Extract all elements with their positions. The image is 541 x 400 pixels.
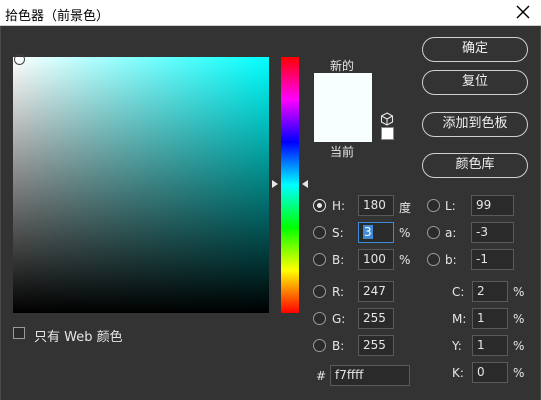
title-bar: 拾色器（前景色） <box>0 0 541 26</box>
current-color-swatch[interactable] <box>314 109 372 142</box>
color-libraries-button[interactable]: 颜色库 <box>422 153 528 178</box>
hue-slider-right-arrow-icon[interactable] <box>302 180 308 188</box>
lab-l-radio[interactable] <box>427 199 440 212</box>
lab-a-input[interactable]: -3 <box>471 222 514 243</box>
new-color-swatch <box>314 73 372 109</box>
green-radio[interactable] <box>313 312 326 325</box>
yellow-label: Y: <box>452 339 462 353</box>
saturation-input[interactable]: 3 <box>358 222 394 243</box>
close-icon[interactable] <box>513 2 533 22</box>
yellow-unit: % <box>513 339 525 353</box>
saturation-input-selection: 3 <box>363 225 373 239</box>
black-unit: % <box>513 366 525 380</box>
blue-input[interactable]: 255 <box>358 335 394 356</box>
hue-label: H: <box>332 199 346 213</box>
magenta-label: M: <box>452 312 467 326</box>
brightness-label: B: <box>332 253 345 267</box>
lab-l-input[interactable]: 99 <box>471 195 514 216</box>
hex-label: # <box>316 369 327 383</box>
lab-a-label: a: <box>445 226 457 240</box>
saturation-radio[interactable] <box>313 226 326 239</box>
brightness-input[interactable]: 100 <box>358 249 394 270</box>
cyan-label: C: <box>452 285 465 299</box>
hue-slider-left-arrow-icon[interactable] <box>272 180 278 188</box>
black-input[interactable]: 0 <box>472 362 508 383</box>
reset-button[interactable]: 复位 <box>422 70 528 95</box>
brightness-radio[interactable] <box>313 253 326 266</box>
hue-radio[interactable] <box>313 199 326 212</box>
hex-input[interactable]: f7ffff <box>330 365 410 386</box>
saturation-label: S: <box>332 226 344 240</box>
blue-label: B: <box>332 339 345 353</box>
saturation-unit: % <box>399 226 411 240</box>
hue-slider[interactable] <box>281 57 299 313</box>
magenta-input[interactable]: 1 <box>472 308 508 329</box>
red-radio[interactable] <box>313 285 326 298</box>
lab-b-radio[interactable] <box>427 253 440 266</box>
yellow-input[interactable]: 1 <box>472 335 508 356</box>
web-colors-only-label: 只有 Web 颜色 <box>34 330 123 345</box>
lab-a-radio[interactable] <box>427 226 440 239</box>
magenta-unit: % <box>513 312 525 326</box>
cube-icon[interactable] <box>380 112 394 126</box>
red-label: R: <box>332 285 345 299</box>
cyan-input[interactable]: 2 <box>472 281 508 302</box>
cyan-unit: % <box>513 285 525 299</box>
blue-radio[interactable] <box>313 339 326 352</box>
color-field-cursor[interactable] <box>14 54 25 65</box>
color-field[interactable] <box>13 57 269 313</box>
window-title: 拾色器（前景色） <box>5 9 110 24</box>
lab-l-label: L: <box>445 199 456 213</box>
add-to-swatches-button[interactable]: 添加到色板 <box>422 112 528 137</box>
green-label: G: <box>332 312 346 326</box>
hue-input[interactable]: 180 <box>358 195 394 216</box>
current-label: 当前 <box>330 145 355 159</box>
lab-b-input[interactable]: -1 <box>471 249 514 270</box>
web-safe-color-swatch[interactable] <box>381 127 394 140</box>
ok-button[interactable]: 确定 <box>422 37 528 62</box>
hue-unit: 度 <box>399 201 412 215</box>
new-label: 新的 <box>330 59 355 73</box>
black-label: K: <box>452 366 464 380</box>
green-input[interactable]: 255 <box>358 308 394 329</box>
red-input[interactable]: 247 <box>358 281 394 302</box>
web-colors-only-checkbox[interactable] <box>13 327 25 339</box>
brightness-unit: % <box>399 253 411 267</box>
lab-b-label: b: <box>445 253 457 267</box>
